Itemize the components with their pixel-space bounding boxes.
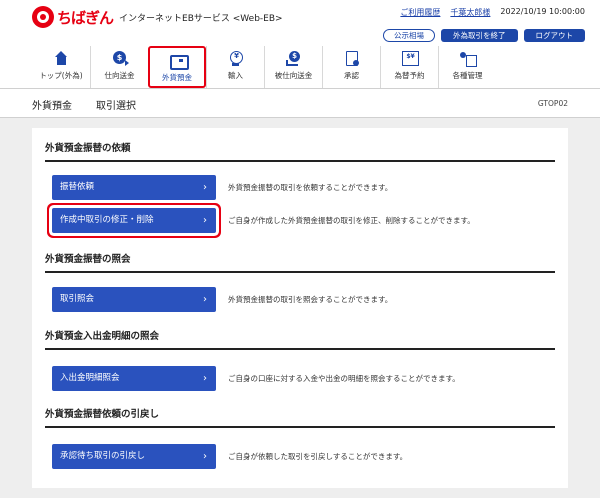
usage-history-link[interactable]: ご利用履歴 <box>400 7 440 18</box>
title-bar: 外貨預金 取引選択 GTOP02 <box>0 88 600 118</box>
nav-item-import[interactable]: 輸入 <box>206 46 264 88</box>
incoming-remittance-icon <box>286 51 301 66</box>
user-name-link[interactable]: 千葉太郎様 <box>450 7 490 18</box>
button-label: 入出金明細照会 <box>60 373 120 383</box>
main-content: 外貨預金振替の依頼 振替依頼 › 外貨預金振替の取引を依頼することができます。 … <box>32 128 568 488</box>
screen-id: GTOP02 <box>537 99 568 108</box>
top-buttons: 公示相場 外為取引を終了 ログアウト <box>383 29 585 42</box>
nav-item-exchange-reservation[interactable]: 為替予約 <box>380 46 438 88</box>
header: ちばぎん インターネットEBサービス <Web-EB> ご利用履歴 千葉太郎様 … <box>0 0 600 88</box>
login-datetime: 2022/10/19 10:00:00 <box>500 7 585 16</box>
logo-mark-icon <box>32 6 54 28</box>
action-description: ご自身が作成した外貨預金振替の取引を修正、削除することができます。 <box>228 216 475 225</box>
nav-label: 外貨預金 <box>162 73 192 82</box>
logo-text: ちばぎん <box>57 8 114 27</box>
nav-item-management[interactable]: 各種管理 <box>438 46 496 88</box>
button-label: 取引照会 <box>60 294 95 304</box>
nav-label: 為替予約 <box>394 71 425 80</box>
chevron-right-icon: › <box>203 451 207 462</box>
nav-label: 輸入 <box>228 71 243 80</box>
import-icon <box>228 51 243 66</box>
wallet-icon <box>169 53 189 70</box>
home-icon <box>54 51 69 66</box>
nav-label: 被仕向送金 <box>274 71 313 80</box>
end-fx-transaction-button[interactable]: 外為取引を終了 <box>441 29 518 42</box>
nav-label: トップ(外為) <box>39 71 83 80</box>
chevron-right-icon: › <box>203 215 207 226</box>
section-title: 外貨預金振替依頼の引戻し <box>45 406 555 428</box>
chevron-right-icon: › <box>203 182 207 193</box>
transaction-inquiry-button[interactable]: 取引照会 › <box>52 287 216 312</box>
bank-logo[interactable]: ちばぎん インターネットEBサービス <Web-EB> <box>32 6 283 28</box>
transfer-request-button[interactable]: 振替依頼 › <box>52 175 216 200</box>
action-description: ご自身が依頼した取引を引戻しすることができます。 <box>228 452 408 461</box>
chevron-right-icon: › <box>203 294 207 305</box>
action-description: 外貨預金振替の取引を依頼することができます。 <box>228 183 393 192</box>
section-title: 外貨預金入出金明細の照会 <box>45 328 555 350</box>
button-label: 承認待ち取引の引戻し <box>60 451 146 461</box>
logout-button[interactable]: ログアウト <box>523 29 585 42</box>
edit-delete-draft-button[interactable]: 作成中取引の修正・削除 › <box>52 208 216 233</box>
public-rate-button[interactable]: 公示相場 <box>383 29 435 42</box>
nav-item-approval[interactable]: 承認 <box>322 46 380 88</box>
page-title: 外貨預金 <box>32 101 72 112</box>
remittance-icon <box>112 51 129 66</box>
nav-item-fx-deposit[interactable]: 外貨預金 <box>148 46 206 88</box>
nav-item-outgoing-remittance[interactable]: 仕向送金 <box>90 46 148 88</box>
button-label: 作成中取引の修正・削除 <box>60 215 154 225</box>
top-info: ご利用履歴 千葉太郎様 2022/10/19 10:00:00 <box>400 7 585 18</box>
service-name: インターネットEBサービス <Web-EB> <box>119 13 283 24</box>
nav-label: 承認 <box>344 71 359 80</box>
nav-label: 各種管理 <box>452 71 483 80</box>
action-description: ご自身の口座に対する入金や出金の明細を照会することができます。 <box>228 374 460 383</box>
button-label: 振替依頼 <box>60 182 95 192</box>
management-icon <box>460 51 477 67</box>
section-title: 外貨預金振替の依頼 <box>45 140 555 162</box>
nav-item-top[interactable]: トップ(外為) <box>32 46 90 88</box>
nav-label: 仕向送金 <box>104 71 135 80</box>
page-subtitle: 取引選択 <box>96 101 136 112</box>
exchange-reservation-icon <box>402 51 419 66</box>
nav-item-incoming-remittance[interactable]: 被仕向送金 <box>264 46 322 88</box>
action-description: 外貨預金振替の取引を照会することができます。 <box>228 295 393 304</box>
section-title: 外貨預金振替の照会 <box>45 251 555 273</box>
approval-icon <box>344 51 359 66</box>
global-nav: トップ(外為) 仕向送金 外貨預金 輸入 被仕向送金 承認 為替予約 各種管理 <box>32 46 496 88</box>
recall-pending-button[interactable]: 承認待ち取引の引戻し › <box>52 444 216 469</box>
chevron-right-icon: › <box>203 373 207 384</box>
statement-inquiry-button[interactable]: 入出金明細照会 › <box>52 366 216 391</box>
